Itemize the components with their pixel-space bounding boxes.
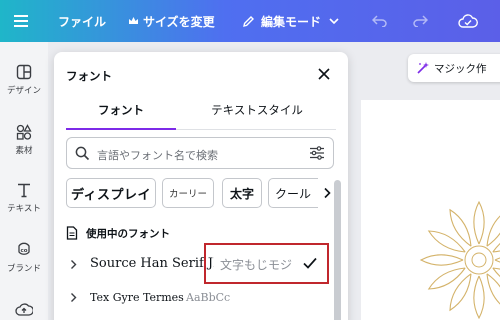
chevron-right-icon <box>71 293 77 302</box>
mandala-petal <box>427 230 466 253</box>
sidebar-item-brand[interactable]: co ブランド <box>0 242 48 274</box>
magic-wand-icon <box>417 62 429 74</box>
sidebar-item-text[interactable]: テキスト <box>0 182 48 214</box>
filter-chip-bold[interactable]: 太字 <box>222 178 262 208</box>
close-icon <box>318 68 330 80</box>
text-icon <box>18 183 30 198</box>
pencil-icon <box>243 15 254 27</box>
undo-button[interactable] <box>372 0 388 42</box>
mandala-petal <box>419 254 464 266</box>
font-name: Source Han Serif JP <box>90 256 214 271</box>
redo-button[interactable] <box>412 0 428 42</box>
font-list-item[interactable]: Tex Gyre Termes AaBbCc <box>66 286 328 310</box>
sidebar-item-label: デザイン <box>6 86 41 96</box>
font-search-input[interactable]: 言語やフォント名で検索 <box>66 137 334 169</box>
left-sidebar: デザイン 素材 テキスト co ブランド <box>0 42 48 320</box>
checkmark-icon <box>303 257 317 269</box>
tab-fonts[interactable]: フォント <box>66 102 176 118</box>
edit-mode-dropdown[interactable]: 編集モード <box>242 0 339 42</box>
menu-button[interactable] <box>14 0 28 42</box>
document-icon <box>66 226 78 240</box>
filter-chip-curly[interactable]: カーリー <box>162 178 214 208</box>
crown-icon <box>129 17 138 24</box>
font-sample: AaBbCc <box>186 291 231 304</box>
edit-mode-label: 編集モード <box>261 14 322 29</box>
redo-icon <box>413 15 428 27</box>
save-status[interactable] <box>458 0 478 42</box>
section-title: 使用中のフォント <box>86 227 170 240</box>
sidebar-item-uploads[interactable] <box>0 302 48 316</box>
file-label: ファイル <box>58 14 107 29</box>
hamburger-icon <box>14 15 28 27</box>
design-page[interactable] <box>361 100 500 320</box>
shapes-icon <box>16 124 32 140</box>
mandala-petal <box>473 275 485 320</box>
tab-text-styles[interactable]: テキストスタイル <box>182 102 332 118</box>
mandala-petal <box>449 208 472 247</box>
chevron-right-icon <box>324 187 331 199</box>
chevron-right-icon <box>71 260 77 269</box>
filter-sliders-icon[interactable] <box>309 145 325 161</box>
file-menu[interactable]: ファイル <box>58 0 106 42</box>
top-toolbar: ファイル サイズを変更 編集モード <box>0 0 500 42</box>
upload-cloud-icon <box>15 303 33 316</box>
selected-font-highlight: 文字もじモジ <box>204 243 329 284</box>
resize-button[interactable]: サイズを変更 <box>128 0 215 42</box>
brand-icon: co <box>18 242 30 255</box>
magic-button-label: マジック作 <box>434 62 487 75</box>
sidebar-item-label: ブランド <box>6 264 41 274</box>
resize-label: サイズを変更 <box>143 14 215 29</box>
font-name: Tex Gyre Termes <box>90 291 184 304</box>
filter-chip-display[interactable]: ディスプレイ <box>66 178 156 208</box>
mandala-petal <box>494 257 500 263</box>
sidebar-item-label: 素材 <box>15 146 33 156</box>
svg-text:co: co <box>20 248 27 254</box>
mandala-petal <box>473 200 485 245</box>
sidebar-item-design[interactable]: デザイン <box>0 64 48 96</box>
cloud-check-icon <box>458 14 478 28</box>
search-placeholder: 言語やフォント名で検索 <box>97 149 218 162</box>
sidebar-item-elements[interactable]: 素材 <box>0 124 48 156</box>
magic-write-button[interactable]: マジック作 <box>408 54 500 82</box>
layout-icon <box>16 64 32 80</box>
font-filter-chips: ディスプレイ カーリー 太字 クール <box>66 178 336 208</box>
tab-divider <box>176 129 336 130</box>
mandala-petal <box>427 267 466 290</box>
chevron-down-icon <box>329 17 339 24</box>
active-tab-indicator <box>66 128 176 130</box>
undo-icon <box>372 15 387 27</box>
panel-title: フォント <box>66 69 112 83</box>
close-button[interactable] <box>314 64 334 84</box>
mandala-ornament <box>419 200 500 320</box>
mandala-petal <box>449 273 472 312</box>
section-header-in-use: 使用中のフォント <box>66 224 170 242</box>
mandala-petal <box>486 215 500 247</box>
panel-scrollbar[interactable] <box>334 180 341 320</box>
mandala-petal <box>486 273 500 305</box>
sidebar-item-label: テキスト <box>7 204 41 214</box>
font-sample: 文字もじモジ <box>220 258 293 272</box>
search-icon <box>75 146 90 161</box>
